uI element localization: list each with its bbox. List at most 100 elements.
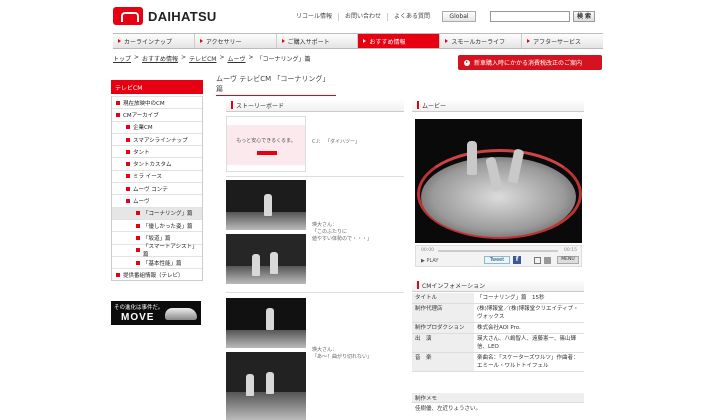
table-row: タイトル 「コーナリング」篇 15秒 — [412, 293, 584, 304]
breadcrumb-link[interactable]: おすすめ情報 — [142, 54, 178, 63]
arrow-circle-icon — [464, 59, 470, 66]
bullet-icon — [136, 235, 140, 240]
tweet-button[interactable]: Tweet — [484, 256, 510, 264]
daihatsu-logo[interactable]: DAIHATSU — [113, 7, 217, 25]
sidebar-item[interactable]: タントカスタム — [112, 157, 202, 169]
table-row: 制作プロダクション 株式会社AOI Pro. — [412, 322, 584, 334]
sidebar-item-label: タント — [133, 149, 150, 156]
move-banner[interactable]: その進化は事件だ。 MOVE — [111, 301, 201, 325]
sidebar-item-label: スマアシラインナップ — [133, 137, 188, 144]
table-row: 制作代理店 (株)博報堂／(株)博報堂クリエイティブ・ヴォックス — [412, 303, 584, 323]
sidebar-item[interactable]: ムーヴ — [112, 194, 202, 206]
skater-figure — [467, 141, 477, 175]
video-controls: 00:00 00:15 ▶ PLAY Tweet f MENU — [415, 245, 582, 267]
storyboard-frame — [226, 180, 306, 230]
sidebar-item-label: CMアーカイブ — [123, 112, 159, 119]
nav-item-after-service[interactable]: アフターサービス — [522, 34, 603, 48]
logo-text: DAIHATSU — [148, 8, 217, 24]
arrow-right-icon — [118, 39, 121, 43]
nav-item-lineup[interactable]: カーラインナップ — [113, 34, 195, 48]
memo-heading: 制作メモ — [412, 393, 584, 403]
nav-item-purchase-support[interactable]: ご購入サポート — [277, 34, 359, 48]
bullet-icon — [126, 199, 130, 204]
storyboard-frame: もっと安心できるくるま。 — [226, 116, 306, 172]
utility-link-faq[interactable]: よくある質問 — [388, 13, 436, 21]
video-time-total: 00:15 — [564, 248, 577, 253]
sidebar-item-label: 「コーナリング」篇 — [143, 211, 193, 218]
nav-item-accessory[interactable]: アクセサリー — [195, 34, 277, 48]
sidebar-item-label: 「スマートアシスト」篇 — [143, 244, 198, 259]
tax-notice-button[interactable]: 新車購入時にかかる消費税改正のご案内 — [458, 55, 602, 70]
frame-caption: もっと安心できるくるま。 — [236, 138, 296, 144]
movie-heading: ムービー — [412, 99, 584, 112]
utility-link-recall[interactable]: リコール情報 — [290, 13, 340, 21]
storyboard-frame — [226, 234, 306, 284]
page: DAIHATSU リコール情報 お問い合わせ よくある質問 Global 検 索… — [0, 0, 713, 420]
search-input[interactable] — [490, 11, 570, 22]
cm-info-table: タイトル 「コーナリング」篇 15秒 制作代理店 (株)博報堂／(株)博報堂クリエイ… — [412, 293, 584, 372]
storyboard-caption: C.I： 「ダイハツー」 — [312, 139, 361, 145]
sidebar-item-label: ムーヴ — [133, 199, 150, 206]
breadcrumb-link[interactable]: テレビCM — [189, 54, 216, 63]
utility-links: リコール情報 お問い合わせ よくある質問 — [290, 13, 436, 21]
page-title: ムーヴ テレビCM 「コーナリング」篇 — [216, 74, 336, 96]
sidebar-item[interactable]: CMアーカイブ — [112, 108, 202, 120]
bullet-icon — [116, 112, 120, 117]
skater-figure — [246, 374, 254, 396]
skater-figure — [270, 252, 278, 274]
sidebar-list: 現在放映中のCM CMアーカイブ 企業CM スマアシラインナップ タント タントカスタムミ… — [111, 96, 203, 282]
breadcrumb-link[interactable]: トップ — [113, 54, 131, 63]
sidebar-item[interactable]: 「スマートアシスト」篇 — [112, 243, 202, 259]
arrow-right-icon — [199, 39, 203, 43]
search-button[interactable]: 検 索 — [573, 11, 595, 22]
storyboard-frame — [226, 298, 306, 348]
video-player[interactable] — [415, 119, 582, 243]
sidebar-item-label: 企業CM — [133, 125, 153, 132]
play-button[interactable]: ▶ PLAY — [421, 258, 438, 264]
utility-link-contact[interactable]: お問い合わせ — [339, 13, 389, 21]
table-row: 音 楽楽曲名：「スケーターズワルツ」作曲者：エミール・ワルトトイフェル — [412, 352, 584, 372]
bullet-icon — [126, 186, 130, 191]
video-seek-bar[interactable] — [438, 250, 558, 252]
bullet-icon — [126, 125, 130, 130]
daihatsu-logo-icon — [257, 151, 277, 155]
sidebar-item[interactable]: 現在放映中のCM — [112, 96, 202, 108]
bullet-icon — [136, 211, 140, 216]
bullet-icon — [126, 162, 130, 167]
arrow-right-icon — [363, 39, 367, 43]
bullet-icon — [126, 174, 130, 179]
banner-tagline: その進化は事件だ。 — [114, 305, 164, 311]
banner-model: MOVE — [121, 312, 155, 323]
sidebar-item-label: ミラ イース — [133, 174, 162, 181]
nav-item-small-car-life[interactable]: スモールカーライフ — [440, 34, 523, 48]
memo-text: 佳樹優、左近りょうさい。 — [415, 406, 482, 412]
sidebar-item[interactable]: タント — [112, 145, 202, 157]
fullscreen-icon[interactable] — [534, 257, 541, 264]
facebook-icon[interactable]: f — [513, 256, 521, 264]
breadcrumb: トップ > おすすめ情報 > テレビCM > ムーヴ > 「コーナリング」篇 — [113, 54, 311, 63]
global-button[interactable]: Global — [442, 11, 476, 22]
breadcrumb-current: 「コーナリング」篇 — [256, 56, 311, 63]
nav-item-recommend[interactable]: おすすめ情報 — [358, 34, 441, 48]
sidebar-item-label: 「坂道」篇 — [143, 235, 171, 242]
bullet-icon — [136, 223, 140, 228]
storyboard-frame — [226, 352, 306, 420]
volume-icon[interactable] — [544, 257, 551, 264]
sidebar-item[interactable]: 企業CM — [112, 120, 202, 133]
main-nav: カーラインナップ アクセサリー ご購入サポート おすすめ情報 スモールカーライフ… — [113, 33, 603, 49]
skater-figure — [266, 308, 274, 330]
sidebar-heading[interactable]: テレビCM — [111, 80, 203, 94]
storyboard-caption: 瑛大さん： 「あ～！曲がり切れない」 — [312, 347, 373, 360]
breadcrumb-link[interactable]: ムーヴ — [228, 54, 246, 63]
bullet-icon — [136, 248, 140, 253]
sidebar-item[interactable]: 提供番組情報（テレビ） — [112, 268, 202, 280]
arrow-right-icon — [445, 39, 449, 43]
sidebar-item[interactable]: ムーヴ コンテ — [112, 182, 202, 194]
sidebar-item[interactable]: ミラ イース — [112, 169, 202, 182]
video-menu-button[interactable]: MENU — [557, 256, 579, 264]
sidebar-item[interactable]: 「優しかった姿」篇 — [112, 218, 202, 231]
car-image — [165, 308, 197, 320]
cm-info-heading: CMインフォメーション — [412, 279, 584, 292]
sidebar-item[interactable]: 「コーナリング」篇 — [112, 206, 202, 219]
sidebar-item[interactable]: スマアシラインナップ — [112, 132, 202, 145]
